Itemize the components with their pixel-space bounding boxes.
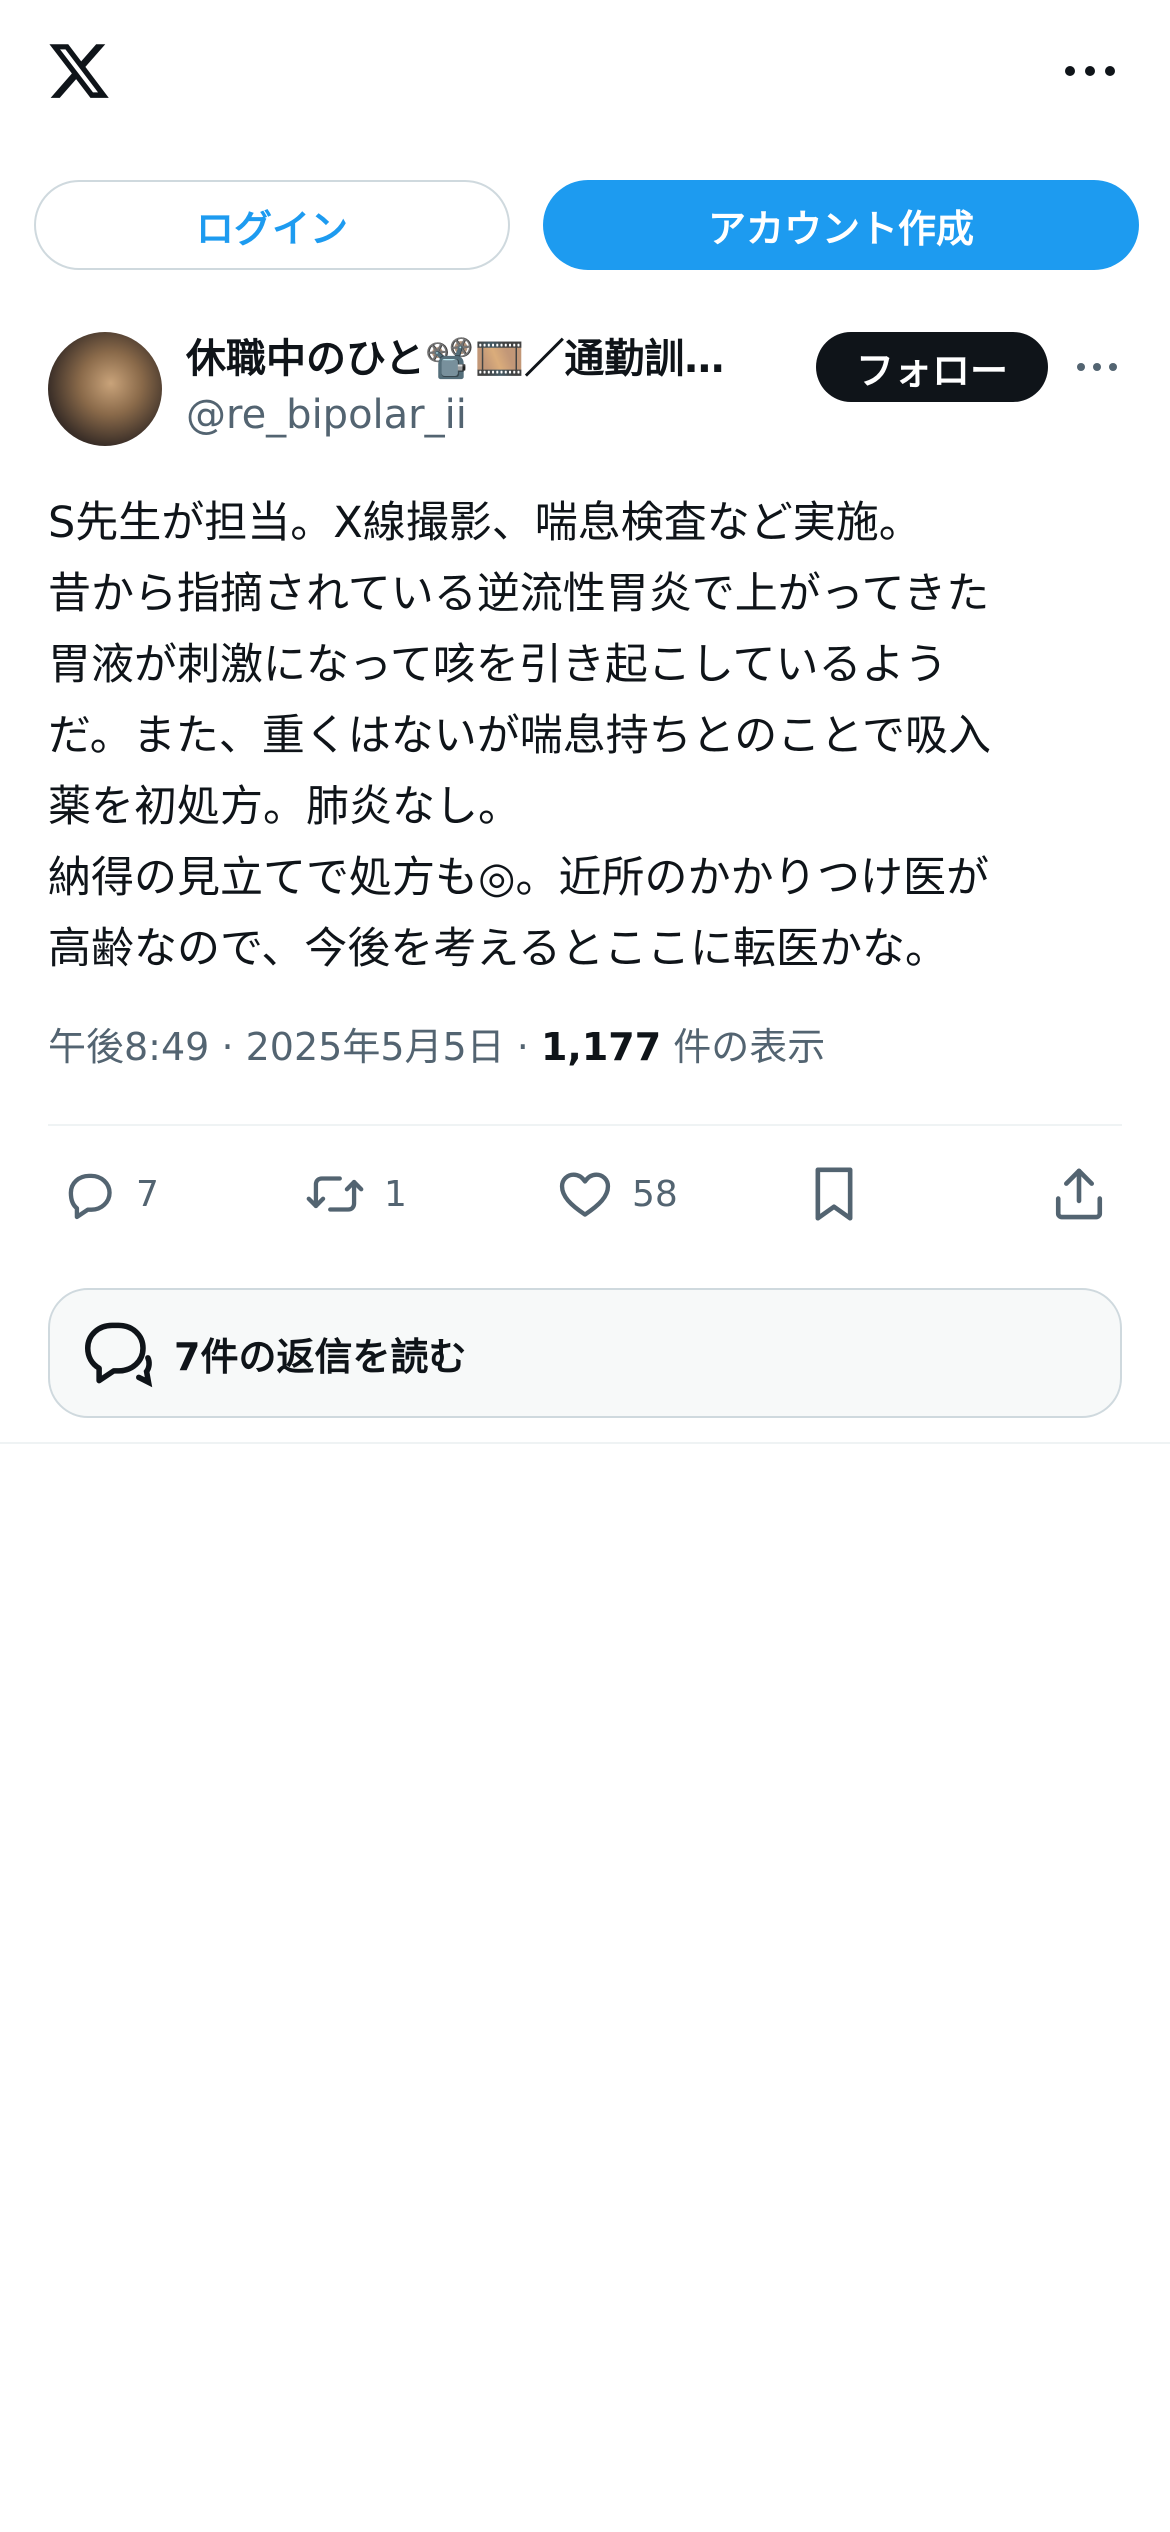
divider	[48, 1124, 1122, 1126]
post-text-line: 薬を初処方。肺炎なし。	[48, 782, 521, 832]
reply-icon	[68, 1173, 112, 1220]
heart-icon	[559, 1172, 611, 1217]
post-date[interactable]: 2025年5月5日	[246, 1025, 505, 1069]
like-button[interactable]: 58	[556, 1162, 678, 1226]
like-count: 58	[632, 1173, 678, 1215]
post-text-line: 納得の見立てで処方も◎。近所のかかりつけ医が	[48, 853, 989, 903]
retweet-button[interactable]: 1	[304, 1162, 407, 1226]
x-logo-icon[interactable]	[44, 38, 114, 104]
bookmark-icon	[815, 1167, 853, 1221]
author-name[interactable]: 休職中のひと📽️🎞️／通勤訓…	[186, 326, 776, 384]
views-count: 1,177	[540, 1025, 662, 1069]
more-horizontal-icon[interactable]	[1060, 56, 1120, 86]
post-text-line: S先生が担当。X線撮影、喘息検査など実施。	[48, 498, 922, 548]
author-handle[interactable]: @re_bipolar_ii	[186, 392, 467, 438]
reply-count: 7	[136, 1173, 159, 1215]
replies-bubble-icon	[84, 1322, 153, 1388]
meta-separator: ·	[516, 1025, 541, 1069]
share-button[interactable]	[1050, 1162, 1108, 1226]
retweet-icon	[306, 1176, 364, 1212]
meta-separator: ·	[221, 1025, 246, 1069]
read-replies-label: 7件の返信を読む	[174, 1334, 467, 1379]
avatar[interactable]	[48, 332, 162, 446]
views-label: 件の表示	[673, 1025, 826, 1069]
post-text: S先生が担当。X線撮影、喘息検査など実施。 昔から指摘されている逆流性胃炎で上が…	[48, 488, 1128, 985]
post-meta: 午後8:49 · 2025年5月5日 · 1,177 件の表示	[48, 1016, 825, 1071]
post-text-line: 昔から指摘されている逆流性胃炎で上がってきた	[48, 569, 990, 619]
top-bar	[0, 0, 1170, 150]
post-more-icon[interactable]	[1075, 357, 1119, 377]
read-replies-button[interactable]: 7件の返信を読む	[48, 1288, 1122, 1418]
create-account-button[interactable]: アカウント作成	[543, 180, 1139, 270]
post-text-line: 胃液が刺激になって咳を引き起こしているよう	[48, 640, 948, 690]
post-text-line: だ。また、重くはないが喘息持ちとのことで吸入	[48, 711, 991, 761]
reply-button[interactable]: 7	[60, 1162, 159, 1226]
retweet-count: 1	[384, 1173, 407, 1215]
post-time[interactable]: 午後8:49	[48, 1025, 209, 1069]
follow-button[interactable]: フォロー	[816, 332, 1048, 402]
share-icon	[1055, 1168, 1103, 1220]
post-text-line: 高齢なので、今後を考えるとここに転医かな。	[48, 924, 948, 974]
bookmark-button[interactable]	[806, 1162, 862, 1226]
divider	[0, 1442, 1170, 1444]
login-button[interactable]: ログイン	[34, 180, 510, 270]
